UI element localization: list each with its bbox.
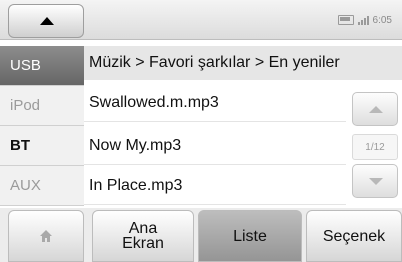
source-label: AUX bbox=[10, 177, 41, 194]
list-tab-label: Liste bbox=[233, 227, 267, 245]
track-name: Swallowed.m.mp3 bbox=[89, 93, 219, 111]
main-screen-button[interactable]: Ana Ekran bbox=[92, 210, 194, 262]
scroll-down-button[interactable] bbox=[352, 164, 398, 198]
scroll-up-button[interactable] bbox=[352, 92, 398, 126]
breadcrumb: Müzik > Favori şarkılar > En yeniler bbox=[84, 46, 402, 80]
page-indicator: 1/12 bbox=[352, 134, 398, 160]
page-indicator-text: 1/12 bbox=[365, 141, 385, 153]
battery-icon bbox=[337, 15, 354, 25]
main-screen-label: Ana Ekran bbox=[122, 221, 164, 252]
status-area: 6:05 bbox=[337, 12, 392, 28]
home-button[interactable] bbox=[8, 210, 84, 262]
list-item[interactable]: Now My.mp3 bbox=[84, 127, 346, 165]
back-up-button[interactable] bbox=[8, 4, 84, 38]
source-label: BT bbox=[10, 137, 30, 154]
options-button[interactable]: Seçenek bbox=[306, 210, 402, 262]
track-name: In Place.mp3 bbox=[89, 176, 183, 194]
track-name: Now My.mp3 bbox=[89, 136, 182, 154]
status-time: 6:05 bbox=[372, 14, 392, 26]
list-item[interactable]: In Place.mp3 bbox=[84, 167, 346, 205]
chevron-up-icon bbox=[369, 106, 383, 113]
chevron-down-icon bbox=[369, 178, 383, 185]
options-label: Seçenek bbox=[322, 227, 386, 245]
source-tab-usb[interactable]: USB bbox=[0, 46, 84, 86]
source-label: iPod bbox=[10, 97, 41, 114]
source-label: USB bbox=[10, 57, 41, 74]
signal-icon bbox=[357, 15, 369, 25]
source-tab-ipod[interactable]: iPod bbox=[0, 86, 84, 126]
source-tab-aux[interactable]: AUX bbox=[0, 166, 84, 206]
up-arrow-icon bbox=[40, 17, 54, 25]
home-icon bbox=[40, 230, 52, 242]
main-screen-line2: Ekran bbox=[122, 235, 164, 252]
list-item[interactable]: Swallowed.m.mp3 bbox=[84, 84, 346, 122]
breadcrumb-text: Müzik > Favori şarkılar > En yeniler bbox=[89, 54, 340, 71]
list-tab-button[interactable]: Liste bbox=[198, 210, 302, 262]
source-tab-bt[interactable]: BT bbox=[0, 126, 84, 166]
